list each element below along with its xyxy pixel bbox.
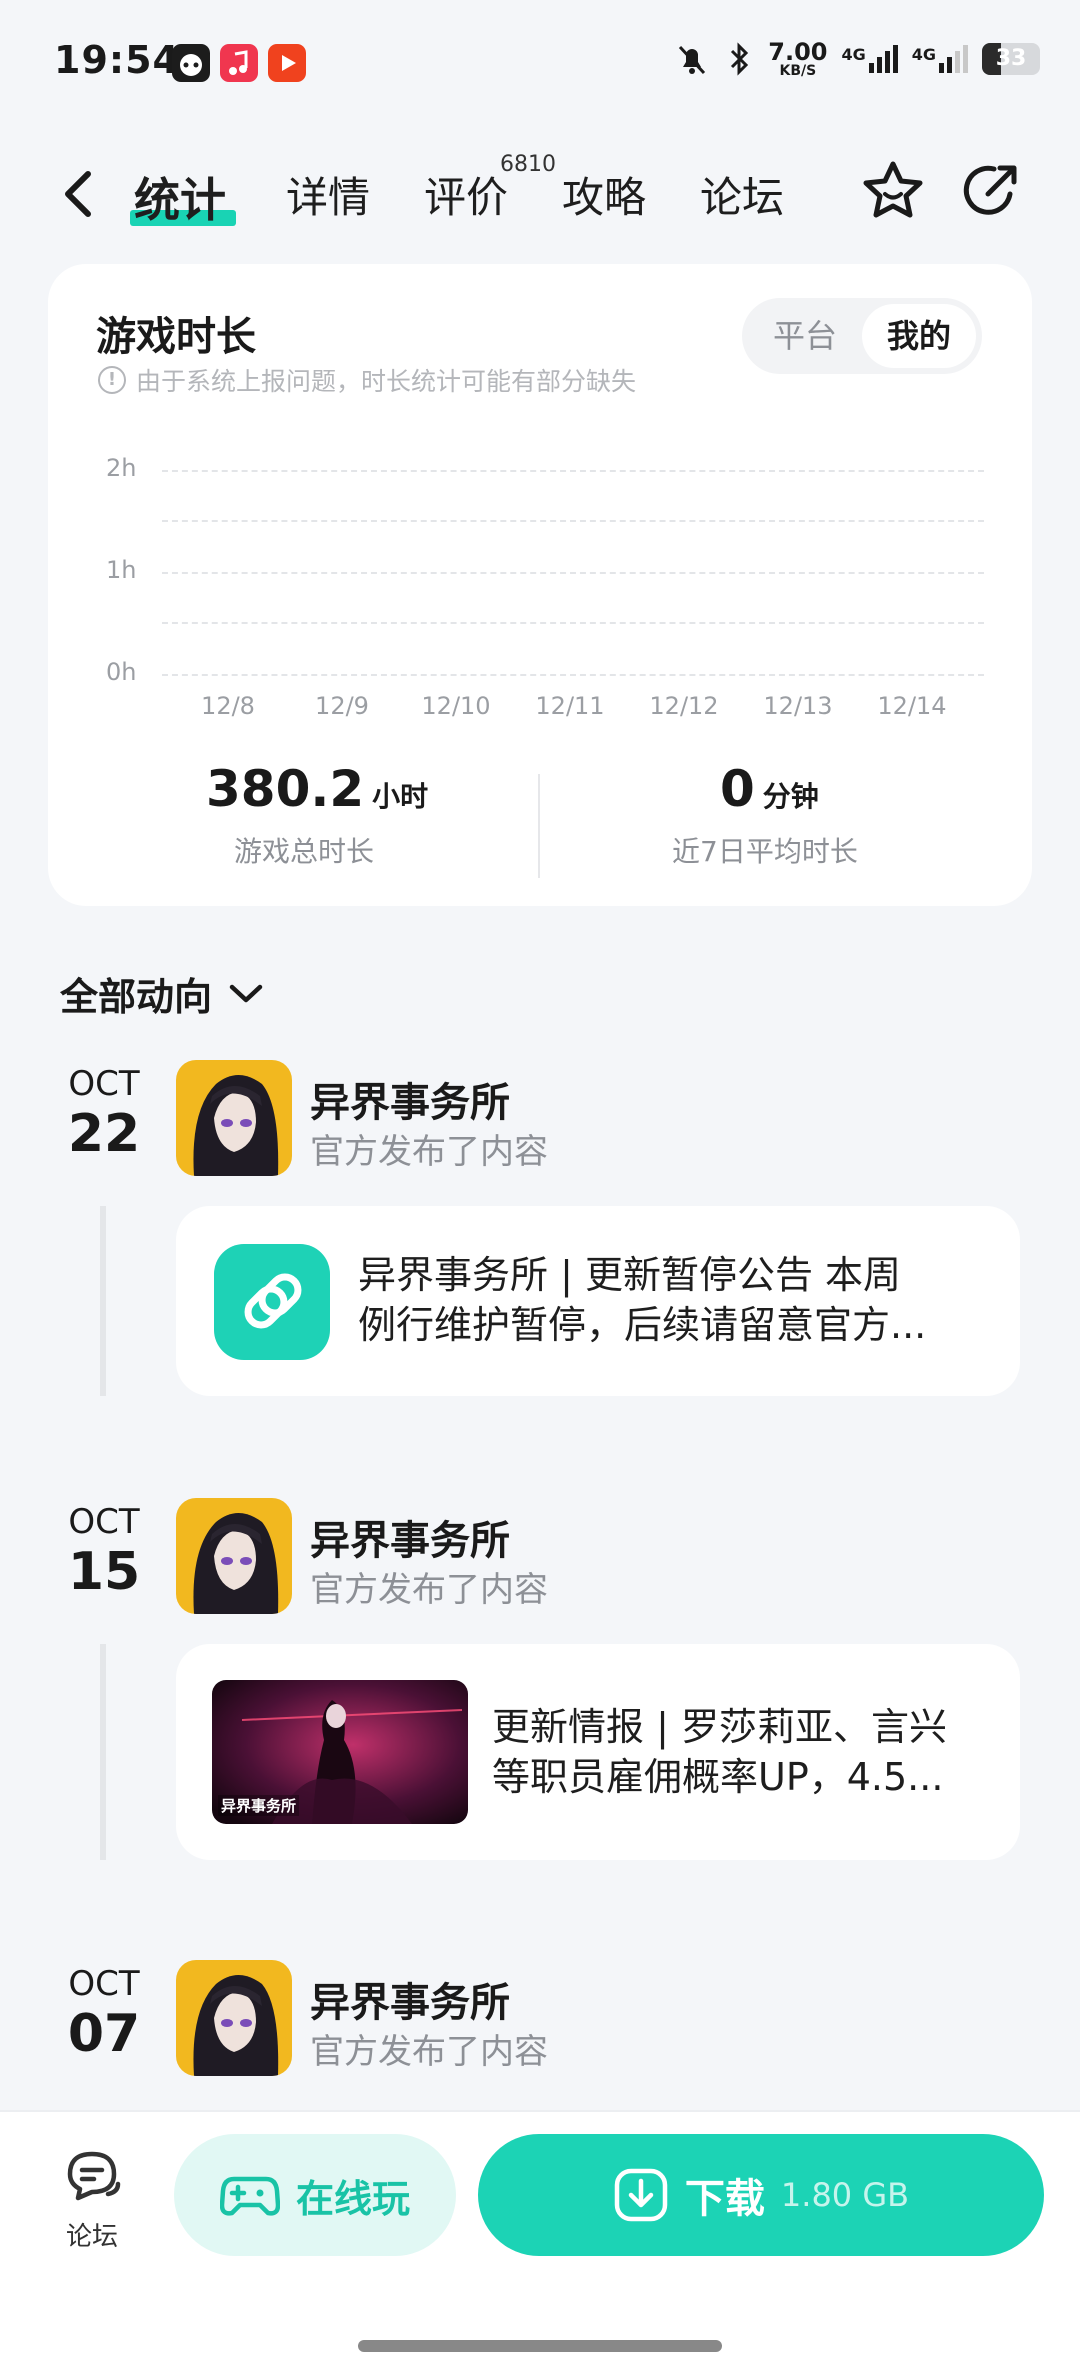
status-right-group: 7.00 KB/S 4G 4G 33 [674,40,1040,78]
y-tick-label: 0h [106,658,137,686]
download-icon [614,2168,668,2222]
x-tick-label: 12/9 [315,692,369,720]
total-playtime-label: 游戏总时长 [234,835,375,868]
grid-line [162,622,984,624]
tab-details[interactable]: 详情 [286,164,370,225]
date-month: OCT [68,1064,140,1104]
x-tick-label: 12/12 [649,692,719,720]
playtime-notice: ! 由于系统上报问题，时长统计可能有部分缺失 [98,362,636,398]
playtime-title: 游戏时长 [96,314,256,360]
battery-icon: 33 [982,43,1040,75]
avg-playtime-value: 0 [720,760,755,818]
x-tick-label: 12/14 [877,692,947,720]
signal-icon: 4G [841,45,898,73]
review-count-badge: 6810 [500,152,556,177]
x-tick-label: 12/10 [421,692,491,720]
date-day: 15 [67,1542,141,1602]
publisher-avatar[interactable] [176,1060,292,1176]
timeline-line [100,1206,106,1396]
total-playtime: 380.2 小时 [206,760,428,818]
post-thumbnail: 异界事务所 [212,1680,468,1824]
status-time: 19:54 [54,38,180,82]
total-playtime-value: 380.2 [206,760,365,818]
publisher-avatar[interactable] [176,1498,292,1614]
tab-reviews[interactable]: 评价 [424,164,508,225]
avg-playtime-unit: 分钟 [762,780,819,813]
toggle-platform[interactable]: 平台 [748,304,862,368]
date-day: 07 [67,2004,141,2064]
share-icon[interactable] [958,158,1024,224]
publisher-avatar[interactable] [176,1960,292,2076]
forum-label[interactable]: 论坛 [66,2216,118,2253]
y-tick-label: 2h [106,454,137,482]
signal-icon-2: 4G [912,45,968,73]
x-tick-label: 12/11 [535,692,605,720]
forum-icon[interactable] [62,2146,124,2208]
grid-line [162,572,984,574]
music-app-icon [220,44,258,82]
post-title-line1: 更新情报 | 罗莎莉亚、言兴 [492,1705,947,1749]
battery-level: 33 [995,46,1027,71]
play-online-button[interactable]: 在线玩 [174,2134,456,2256]
play-online-label: 在线玩 [295,2176,410,2221]
download-size: 1.80 GB [780,2176,910,2214]
avg-playtime-label: 近7日平均时长 [672,835,858,868]
net-speed-value: 7.00 [768,38,828,66]
grid-line [162,520,984,522]
feed-filter-dropdown[interactable]: 全部动向 [60,966,264,1021]
publisher-action: 官方发布了内容 [310,2032,548,2072]
feed-filter-label: 全部动向 [60,975,213,1019]
toggle-mine[interactable]: 我的 [862,304,976,368]
link-icon [214,1244,330,1360]
playtime-card: 游戏时长 ! 由于系统上报问题，时长统计可能有部分缺失 平台 我的 2h 1h … [48,264,1032,906]
date-month: OCT [68,1964,140,2004]
download-label: 下载 [684,2176,765,2222]
date-day: 22 [67,1104,141,1164]
mute-bell-icon [679,45,706,75]
download-button[interactable]: 下载 1.80 GB [478,2134,1044,2256]
x-tick-label: 12/8 [201,692,255,720]
scope-toggle: 平台 我的 [742,298,982,374]
signal-type-2: 4G [911,45,936,64]
tab-guides[interactable]: 攻略 [562,164,646,225]
bluetooth-icon [731,42,749,76]
post-title-line2: 例行维护暂停，后续请留意官方... [358,1303,927,1347]
publisher-name[interactable]: 异界事务所 [310,1070,510,1128]
chevron-down-icon [229,984,263,1002]
signal-type-1: 4G [841,45,866,64]
stats-divider [538,774,540,878]
tab-forum[interactable]: 论坛 [700,164,784,225]
post-card[interactable]: 异界事务所 | 更新暂停公告 本周 例行维护暂停，后续请留意官方... [176,1206,1020,1396]
avg-playtime: 0 分钟 [720,760,819,818]
back-arrow-icon[interactable] [60,168,96,220]
net-speed-unit: KB/S [779,63,817,79]
post-title-line2: 等职员雇佣概率UP，4.5... [492,1755,944,1799]
game-controller-icon [172,44,210,82]
x-tick-label: 12/13 [763,692,833,720]
gamepad-icon [219,2176,280,2216]
post-card[interactable]: 异界事务所 更新情报 | 罗莎莉亚、言兴 等职员雇佣概率UP，4.5... [176,1644,1020,1860]
post-title-line1: 异界事务所 | 更新暂停公告 本周 [358,1253,902,1297]
thumbnail-logo: 异界事务所 [218,1795,300,1816]
video-app-icon [268,44,306,82]
info-icon: ! [98,366,126,394]
date-month: OCT [68,1502,140,1542]
timeline-line [100,1644,106,1860]
publisher-name[interactable]: 异界事务所 [310,1970,510,2028]
y-tick-label: 1h [106,556,137,584]
grid-line [162,470,984,472]
grid-line [162,674,984,676]
publisher-name[interactable]: 异界事务所 [310,1508,510,1566]
publisher-action: 官方发布了内容 [310,1132,548,1172]
star-face-icon[interactable] [860,158,926,224]
home-indicator[interactable] [358,2340,722,2352]
total-playtime-unit: 小时 [372,780,429,813]
publisher-action: 官方发布了内容 [310,1570,548,1610]
tab-stats[interactable]: 统计 [134,164,226,230]
notice-text: 由于系统上报问题，时长统计可能有部分缺失 [136,367,637,396]
net-speed: 7.00 KB/S [768,40,827,78]
